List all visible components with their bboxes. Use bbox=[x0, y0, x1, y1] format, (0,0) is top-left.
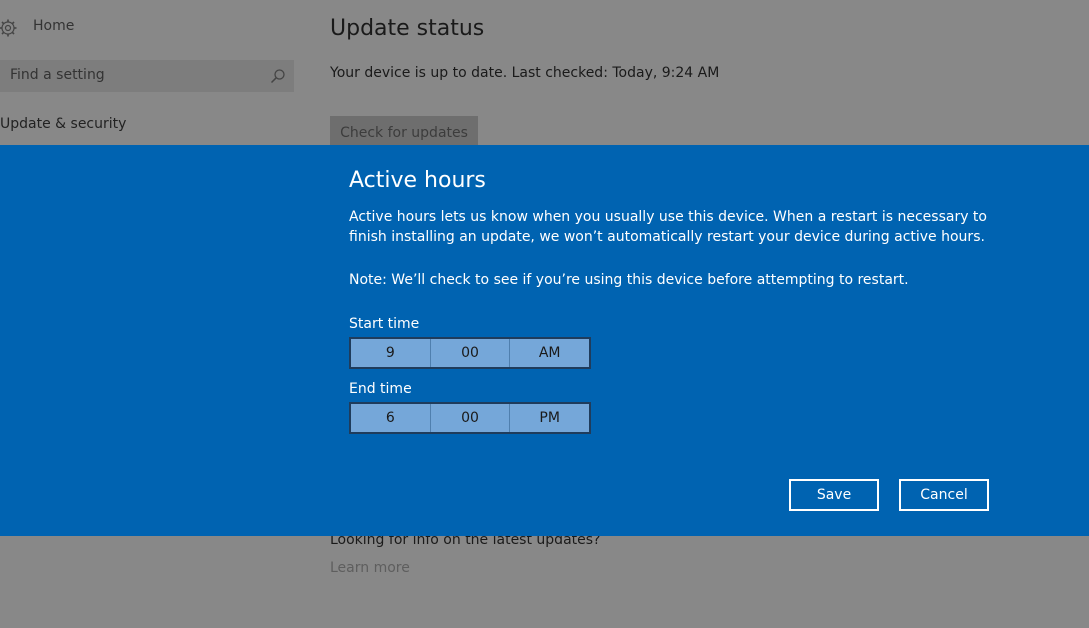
sidebar-item-update-security[interactable]: Update & security bbox=[0, 116, 126, 132]
search-icon[interactable] bbox=[270, 68, 286, 84]
start-minute-cell[interactable]: 00 bbox=[431, 339, 511, 367]
dialog-title: Active hours bbox=[349, 168, 486, 193]
save-button[interactable]: Save bbox=[789, 479, 879, 511]
start-time-picker[interactable]: 9 00 AM bbox=[349, 337, 591, 369]
dialog-description: Active hours lets us know when you usual… bbox=[349, 209, 987, 245]
end-period-cell[interactable]: PM bbox=[510, 404, 589, 432]
end-time-picker[interactable]: 6 00 PM bbox=[349, 402, 591, 434]
start-period-cell[interactable]: AM bbox=[510, 339, 589, 367]
search-input[interactable]: Find a setting bbox=[0, 60, 294, 92]
update-status-text: Your device is up to date. Last checked:… bbox=[330, 65, 720, 81]
active-hours-dialog: Active hours Active hours lets us know w… bbox=[0, 145, 1089, 536]
gear-icon bbox=[0, 19, 17, 37]
end-minute-cell[interactable]: 00 bbox=[431, 404, 511, 432]
start-hour-cell[interactable]: 9 bbox=[351, 339, 431, 367]
home-label: Home bbox=[33, 18, 75, 34]
page-title: Update status bbox=[330, 16, 485, 41]
learn-more-link[interactable]: Learn more bbox=[330, 560, 410, 576]
start-time-label: Start time bbox=[349, 316, 420, 332]
dialog-note: Note: We’ll check to see if you’re using… bbox=[349, 272, 909, 288]
end-time-label: End time bbox=[349, 381, 412, 397]
cancel-button[interactable]: Cancel bbox=[899, 479, 989, 511]
search-placeholder: Find a setting bbox=[10, 67, 105, 83]
end-hour-cell[interactable]: 6 bbox=[351, 404, 431, 432]
